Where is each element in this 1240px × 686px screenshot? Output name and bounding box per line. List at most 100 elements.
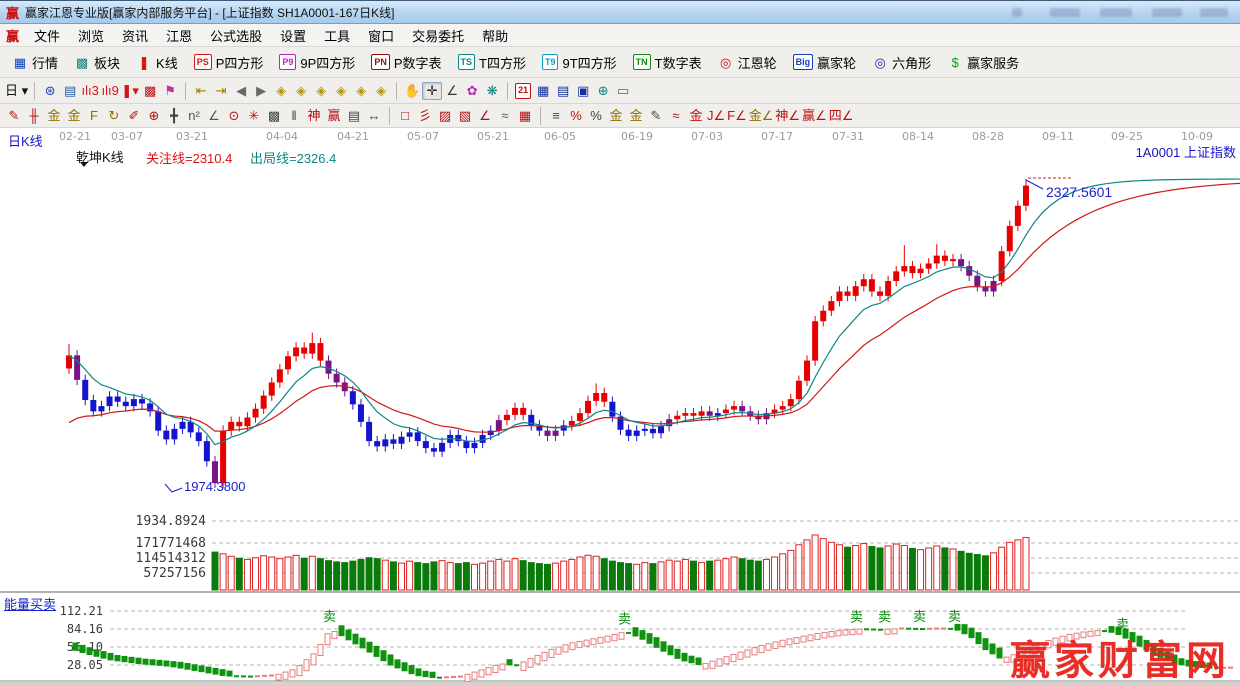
p-square-icon: PS [194,54,212,70]
web-share-icon[interactable]: ⊕ [593,82,613,100]
save-icon[interactable]: ▣ [573,82,593,100]
angle-measure-icon[interactable]: ∠ [442,82,462,100]
menu-item-settings[interactable]: 设置 [271,24,315,47]
win-angle-tool-icon[interactable]: 赢∠ [801,107,828,125]
gann-wheel-button[interactable]: ◎江恩轮 [710,50,785,75]
angle-tool-icon[interactable]: ∠ [204,107,224,125]
hexagon-button[interactable]: ◎六角形 [864,50,939,75]
prev-icon[interactable]: ◀ [231,82,251,100]
box-rays-tool-icon[interactable]: ▧ [455,107,475,125]
diamond-expand-h-icon[interactable]: ◈ [311,82,331,100]
calendar-21-icon[interactable]: 21 [513,82,533,100]
trend-rays-tool-icon[interactable]: ∠ [475,107,495,125]
shen-angle-tool-icon[interactable]: 神∠ [774,107,801,125]
sectors-button[interactable]: ▩板块 [66,50,128,75]
flag-icon[interactable]: ⚑ [160,82,180,100]
gold-circle-tool-icon[interactable]: 金 [606,107,626,125]
menu-item-formula-stock-pick[interactable]: 公式选股 [201,24,271,47]
period-day-dropdown-icon[interactable]: 日 ▾ [4,82,29,100]
gold-angle-tool-icon[interactable]: 金∠ [748,107,775,125]
compass-tool-icon[interactable]: ⊕ [144,107,164,125]
brain-analysis-icon[interactable]: ❋ [482,82,502,100]
skip-first-icon[interactable]: ⇤ [191,82,211,100]
gold-red-tool-icon[interactable]: 金 [686,107,706,125]
printer-icon[interactable]: ▭ [613,82,633,100]
fan-lines-tool-icon[interactable]: 彡 [415,107,435,125]
percent-retrace-tool-icon[interactable]: % [566,107,586,125]
menu-item-gann[interactable]: 江恩 [157,24,201,47]
price-chart-canvas[interactable]: 1934.892417177146811451431257257156112.2… [0,128,1240,686]
winner-wheel-button[interactable]: Big赢家轮 [785,50,865,75]
kline-type-caret-icon[interactable] [80,162,88,167]
skip-last-icon[interactable]: ⇥ [211,82,231,100]
four-angle-tool-icon[interactable]: 四∠ [828,107,855,125]
menu-item-trade[interactable]: 交易委托 [403,24,473,47]
title-bar[interactable]: 赢 赢家江恩专业版[赢家内部服务平台] - [上证指数 SH1A0001-167… [0,1,1240,24]
9p-square-button[interactable]: P99P四方形 [271,50,363,75]
chart-area[interactable]: 1934.892417177146811451431257257156112.2… [0,128,1240,686]
sieve-icon[interactable]: ▩ [140,82,160,100]
pen-small-tool-icon[interactable]: ✎ [646,107,666,125]
diamond-expand-h-icon: ◈ [313,83,329,99]
diamond-expand-v-icon[interactable]: ◈ [351,82,371,100]
fan-box-tool-icon[interactable]: ▨ [435,107,455,125]
scale-tool-icon[interactable]: ≡ [546,107,566,125]
gold-split-tool-icon[interactable]: 金 [44,107,64,125]
t-number-table-button[interactable]: TNT数字表 [625,50,710,75]
menu-item-window[interactable]: 窗口 [359,24,403,47]
quotes-button[interactable]: ▦行情 [4,50,66,75]
t-square-button[interactable]: TST四方形 [450,50,534,75]
clipboard-icon[interactable]: ▤ [60,82,80,100]
bars-9-icon[interactable]: ılı9 [100,82,120,100]
percent-tool-icon[interactable]: % [586,107,606,125]
calculator-icon[interactable]: ▦ [533,82,553,100]
crosshair-icon[interactable]: ✛ [422,82,442,100]
next-icon[interactable]: ▶ [251,82,271,100]
flag-icon: ⚑ [162,83,178,99]
diamond-shrink-h-icon[interactable]: ◈ [331,82,351,100]
web-grid-tool-icon[interactable]: ▩ [264,107,284,125]
candle-style-dropdown-icon[interactable]: ❚▾ [120,82,140,100]
diamond-pan-left-icon[interactable]: ◈ [271,82,291,100]
square-number-tool-icon[interactable]: n² [184,107,204,125]
menu-item-news[interactable]: 资讯 [113,24,157,47]
menu-item-file[interactable]: 文件 [25,24,69,47]
gann-circle-tool-icon[interactable]: ⊙ [224,107,244,125]
diamond-shrink-v-icon[interactable]: ◈ [371,82,391,100]
j-angle-tool-icon[interactable]: J∠ [706,107,726,125]
indicator-title[interactable]: 能量买卖 [4,594,56,613]
winner-service-button[interactable]: $赢家服务 [939,50,1027,75]
menu-item-tools[interactable]: 工具 [315,24,359,47]
box-tool-icon[interactable]: □ [395,107,415,125]
pen-tool-icon[interactable]: ✎ [4,107,24,125]
kline-button[interactable]: ❚K线 [128,50,186,75]
fibonacci-tool-icon[interactable]: F [84,107,104,125]
p-number-table-button[interactable]: PNP数字表 [363,50,449,75]
wave2-tool-icon[interactable]: ≈ [666,107,686,125]
menu-item-help[interactable]: 帮助 [473,24,517,47]
wave-tool-icon[interactable]: ≈ [495,107,515,125]
parallel-tool-icon[interactable]: ‖ [284,107,304,125]
grid-square-tool-icon[interactable]: ▦ [515,107,535,125]
gold-line-tool-icon[interactable]: 金 [626,107,646,125]
grid-line-tool-icon[interactable]: ╫ [24,107,44,125]
spiral-tool-icon[interactable]: ↻ [104,107,124,125]
gold-split9-tool-icon[interactable]: 金 [64,107,84,125]
menu-item-browse[interactable]: 浏览 [69,24,113,47]
p-square-button[interactable]: PSP四方形 [186,50,272,75]
span-measure-tool-icon[interactable]: ↔ [364,107,384,125]
gann-flower-icon[interactable]: ✿ [462,82,482,100]
9t-square-button[interactable]: T99T四方形 [534,50,625,75]
bars-3-icon[interactable]: ılı3 [80,82,100,100]
ruler-123-tool-icon[interactable]: ▤ [344,107,364,125]
f-angle-tool-icon[interactable]: F∠ [726,107,748,125]
hand-pan-icon[interactable]: ✋ [402,82,422,100]
diamond-pan-right-icon[interactable]: ◈ [291,82,311,100]
shen-line-tool-icon[interactable]: 神 [304,107,324,125]
cross-grid-tool-icon[interactable]: ╋ [164,107,184,125]
win-line-tool-icon[interactable]: 赢 [324,107,344,125]
star-ray-tool-icon[interactable]: ✳ [244,107,264,125]
brush-tool-icon[interactable]: ✐ [124,107,144,125]
notebook-icon[interactable]: ▤ [553,82,573,100]
zen-net-icon[interactable]: ⊛ [40,82,60,100]
